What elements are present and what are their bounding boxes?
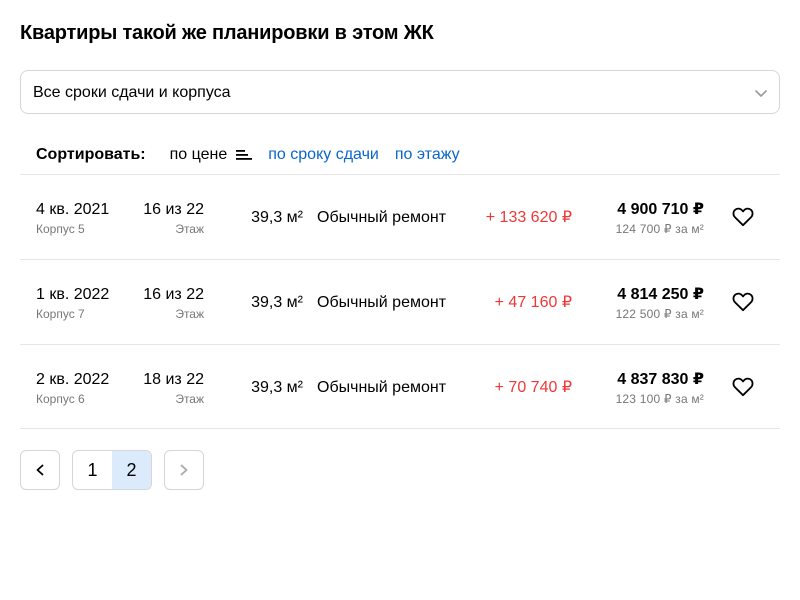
floor-label: Этаж [175,307,204,321]
building-name: Корпус 6 [36,392,85,406]
price-per-m2: 122 500 ₽ за м² [615,307,704,321]
prev-page-button[interactable] [20,450,60,490]
floor-value: 18 из 22 [143,371,204,388]
flat-area: 39,3 м² [251,294,303,311]
page-button-2[interactable]: 2 [112,451,151,489]
building-name: Корпус 5 [36,222,85,236]
sort-by-delivery[interactable]: по сроку сдачи [268,146,379,164]
price-difference: + 70 740 ₽ [494,379,572,396]
heart-icon[interactable] [732,207,754,227]
finish-type: Обычный ремонт [317,209,447,226]
finish-type: Обычный ремонт [317,294,447,311]
sort-by-price[interactable]: по цене [170,146,253,164]
flat-area: 39,3 м² [251,209,303,226]
floor-value: 16 из 22 [143,286,204,303]
price-per-m2: 124 700 ₽ за м² [615,222,704,236]
sort-by-price-label: по цене [169,146,228,163]
chevron-down-icon [755,90,767,97]
heart-icon[interactable] [732,292,754,312]
delivery-date: 1 кв. 2022 [36,286,110,303]
flat-area: 39,3 м² [251,379,303,396]
sort-by-floor[interactable]: по этажу [395,146,460,164]
price-difference: + 47 160 ₽ [494,294,572,311]
flat-row[interactable]: 1 кв. 2022 Корпус 7 16 из 22 Этаж 39,3 м… [20,259,780,344]
page-button-1[interactable]: 1 [73,451,112,489]
floor-value: 16 из 22 [143,201,204,218]
heart-icon[interactable] [732,377,754,397]
chevron-right-icon [180,464,188,476]
price-per-m2: 123 100 ₽ за м² [615,392,704,406]
flat-price: 4 837 830 ₽ [617,371,704,388]
sort-bar: Сортировать: по цене по сроку сдачи по э… [36,145,476,165]
sort-label: Сортировать: [36,146,146,163]
flat-row[interactable]: 4 кв. 2021 Корпус 5 16 из 22 Этаж 39,3 м… [20,174,780,259]
delivery-date: 2 кв. 2022 [36,371,110,388]
page-buttons: 1 2 [72,450,152,490]
sort-descending-icon [236,150,253,160]
next-page-button[interactable] [164,450,204,490]
price-difference: + 133 620 ₽ [485,209,572,226]
floor-label: Этаж [175,222,204,236]
filter-selected-value: Все сроки сдачи и корпуса [33,84,231,101]
chevron-left-icon [36,464,44,476]
finish-type: Обычный ремонт [317,379,447,396]
delivery-date: 4 кв. 2021 [36,201,110,218]
building-name: Корпус 7 [36,307,85,321]
flat-list: 4 кв. 2021 Корпус 5 16 из 22 Этаж 39,3 м… [20,174,780,429]
flat-row[interactable]: 2 кв. 2022 Корпус 6 18 из 22 Этаж 39,3 м… [20,344,780,429]
flat-price: 4 814 250 ₽ [617,286,704,303]
delivery-building-filter[interactable]: Все сроки сдачи и корпуса [20,70,780,114]
floor-label: Этаж [175,392,204,406]
section-title: Квартиры такой же планировки в этом ЖК [20,22,434,44]
flat-price: 4 900 710 ₽ [617,201,704,218]
